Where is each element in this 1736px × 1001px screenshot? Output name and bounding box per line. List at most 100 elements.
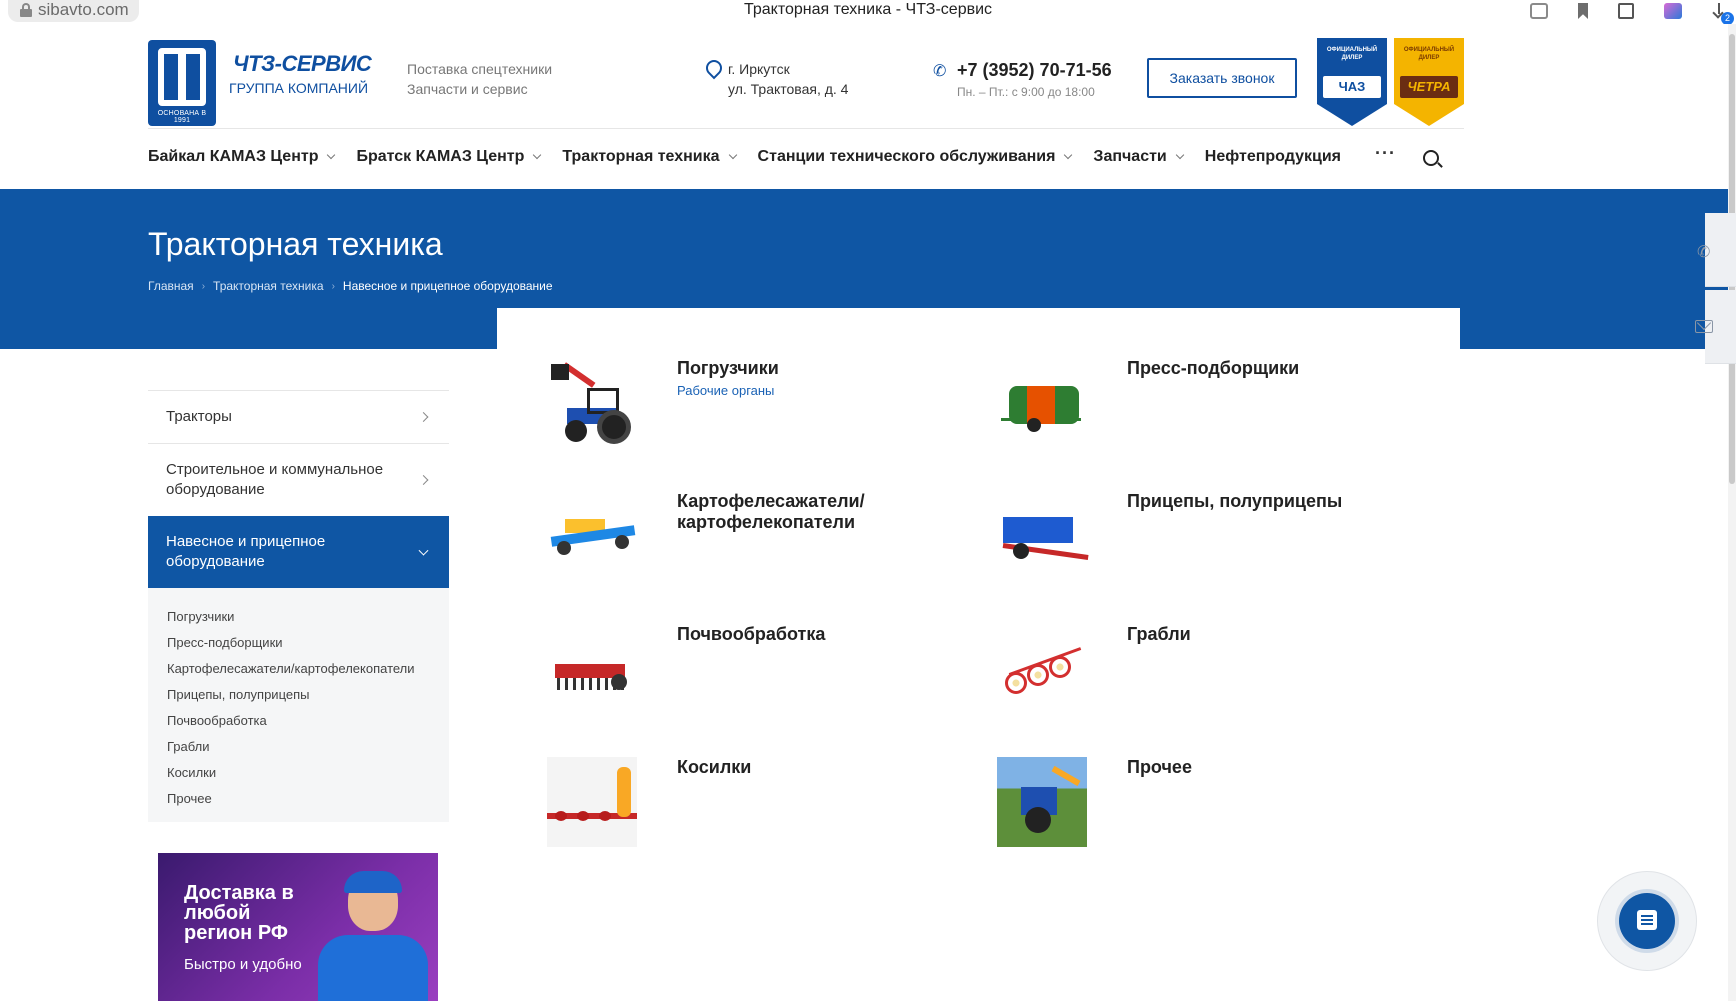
delivery-promo-banner[interactable]: Доставка в любой регион РФ Быстро и удоб… [158,853,438,1001]
submenu-item-other[interactable]: Прочее [167,786,449,812]
dealer-badge-chaz[interactable]: ОФИЦИАЛЬНЫЙ ДИЛЕР ЧАЗ [1317,38,1387,126]
chat-icon [1637,910,1657,930]
search-icon[interactable] [1423,150,1439,166]
nav-item-bratsk-kamaz[interactable]: Братск КАМАЗ Центр [356,148,542,166]
category-card[interactable]: Картофелесажатели/ картофелекопатели [547,491,987,601]
rake-image[interactable] [997,624,1087,714]
chevron-down-icon [418,545,429,556]
potato-planter-image[interactable] [547,491,637,581]
logo-subtitle: ГРУППА КОМПАНИЙ [229,80,369,96]
translate-icon[interactable] [1530,3,1548,19]
site-header: ОСНОВАНА В 1991 ЧТЗ-СЕРВИС ГРУППА КОМПАН… [0,24,1728,189]
page-title: Тракторная техника [148,226,443,262]
nav-item-parts[interactable]: Запчасти [1093,148,1185,166]
badge-chetra-caption: ОФИЦИАЛЬНЫЙ ДИЛЕР [1403,47,1455,61]
category-title[interactable]: Пресс-подборщики [1127,358,1407,379]
promo-person-image [318,871,428,1001]
trailer-image[interactable] [997,491,1089,581]
category-title[interactable]: Прочее [1127,757,1407,778]
category-title[interactable]: Картофелесажатели/ картофелекопатели [677,491,957,533]
chat-button[interactable] [1619,893,1675,949]
submenu-item-loaders[interactable]: Погрузчики [167,604,449,630]
tiller-image[interactable] [547,624,637,714]
submenu-item-balers[interactable]: Пресс-подборщики [167,630,449,656]
category-title[interactable]: Грабли [1127,624,1407,645]
extensions-icon[interactable] [1618,3,1634,19]
sidebar-item-construction[interactable]: Строительное и коммунальное оборудование [148,443,449,516]
category-card[interactable]: Грабли [997,624,1437,734]
breadcrumb-separator-icon: › [331,280,335,292]
more-menu-icon[interactable]: ··· [1375,144,1396,162]
tagline-line-1: Поставка спецтехники [407,61,553,77]
sidebar-item-tractors[interactable]: Тракторы [148,390,449,443]
download-icon[interactable]: 2 [1712,3,1734,25]
sidebar-item-label: Навесное и прицепное оборудование [166,533,326,570]
breadcrumb-current: Навесное и прицепное оборудование [342,279,553,293]
logo-since: ОСНОВАНА В 1991 [150,110,214,124]
submenu-item-mowers[interactable]: Косилки [167,760,449,786]
nav-item-baikal-kamaz[interactable]: Байкал КАМАЗ Центр [148,148,336,166]
loader-image[interactable] [547,358,637,448]
sidebar-item-attachments[interactable]: Навесное и прицепное оборудование [148,516,449,588]
bookmark-icon[interactable] [1578,3,1588,19]
category-card[interactable]: Прицепы, полуприцепы [997,491,1437,601]
chevron-right-icon [418,475,429,485]
breadcrumb-home[interactable]: Главная [148,279,194,293]
chevron-down-icon [533,150,542,160]
category-title[interactable]: Косилки [677,757,957,778]
nav-item-tractors[interactable]: Тракторная техника [562,148,737,166]
chevron-down-icon [1175,150,1185,160]
profile-icon[interactable] [1664,3,1682,19]
tagline: Поставка спецтехники Запчасти и сервис [407,59,552,99]
breadcrumb: Главная › Тракторная техника › Навесное … [148,279,553,293]
dealer-badge-chetra[interactable]: ОФИЦИАЛЬНЫЙ ДИЛЕР ЧЕТРА [1394,38,1464,126]
logo-name[interactable]: ЧТЗ-СЕРВИС [233,51,372,77]
promo-title: Доставка в любой регион РФ [184,882,294,944]
category-sidebar: Тракторы Строительное и коммунальное обо… [148,390,449,822]
breadcrumb-tractors[interactable]: Тракторная техника [213,279,324,293]
browser-toolbar: sibavto.com Тракторная техника - ЧТЗ-сер… [0,0,1736,25]
chevron-down-icon [1064,150,1073,160]
category-title[interactable]: Почвообработка [677,624,957,645]
mail-icon [1695,320,1713,333]
badge-chaz-caption: ОФИЦИАЛЬНЫЙ ДИЛЕР [1326,47,1378,61]
submenu-item-rakes[interactable]: Грабли [167,734,449,760]
main-nav: Байкал КАМАЗ Центр Братск КАМАЗ Центр Тр… [148,142,1363,172]
tractor-image[interactable] [997,757,1087,847]
browser-actions: 2 [1530,0,1734,25]
submenu-item-potato[interactable]: Картофелесажатели/картофелекопатели [167,656,449,682]
chevron-right-icon [418,412,429,422]
phone-number[interactable]: +7 (3952) 70-71-56 [957,60,1112,81]
sidebar-item-label: Строительное и коммунальное оборудование [166,461,384,498]
category-card[interactable]: Прочее [997,757,1437,867]
submenu-item-soil[interactable]: Почвообработка [167,708,449,734]
location: г. Иркутск ул. Трактовая, д. 4 [728,59,848,99]
nav-item-service-stations[interactable]: Станции технического обслуживания [758,148,1073,166]
chevron-down-icon [728,150,737,160]
category-card[interactable]: Почвообработка [547,624,987,734]
category-title[interactable]: Прицепы, полуприцепы [1127,491,1407,512]
sidebar-submenu: Погрузчики Пресс-подборщики Картофелесаж… [148,588,449,822]
chevron-down-icon [327,150,336,160]
promo-subtitle: Быстро и удобно [184,956,302,973]
badge-chaz-brand: ЧАЗ [1323,76,1381,98]
callback-button[interactable]: Заказать звонок [1147,58,1297,98]
working-hours: Пн. – Пт.: с 9:00 до 18:00 [957,85,1095,99]
nav-item-oil-products[interactable]: Нефтепродукция [1205,148,1341,166]
category-card[interactable]: Косилки [547,757,987,867]
category-grid: Погрузчики Рабочие органы Пресс-подборщи… [497,308,1460,1001]
address: ул. Трактовая, д. 4 [728,81,849,97]
baler-image[interactable] [997,358,1087,448]
category-card[interactable]: Погрузчики Рабочие органы [547,358,987,468]
badge-chetra-brand: ЧЕТРА [1400,76,1458,98]
mower-image[interactable] [547,757,637,847]
nav-divider [148,128,1464,129]
category-card[interactable]: Пресс-подборщики [997,358,1437,468]
category-title[interactable]: Погрузчики [677,358,957,379]
page-scrollbar[interactable] [1728,24,1736,1001]
submenu-item-trailers[interactable]: Прицепы, полуприцепы [167,682,449,708]
tagline-line-2: Запчасти и сервис [407,81,528,97]
category-sublink[interactable]: Рабочие органы [677,383,774,398]
phone-icon: ✆ [933,63,947,80]
sidebar-item-label: Тракторы [166,408,232,425]
